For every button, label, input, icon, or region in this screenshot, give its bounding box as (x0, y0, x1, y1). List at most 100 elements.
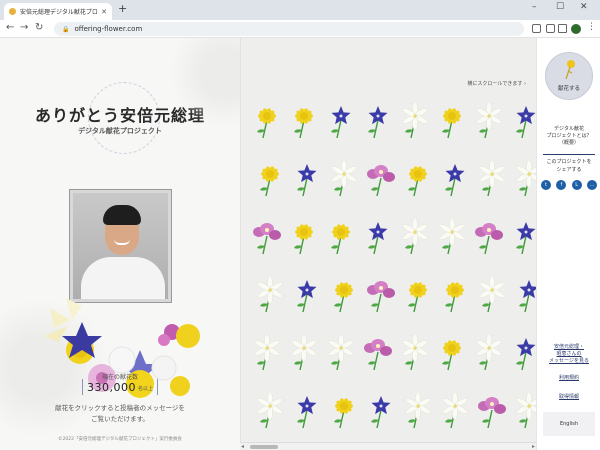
flower-white-lily[interactable] (331, 159, 358, 197)
forward-icon[interactable]: → (20, 22, 28, 33)
flower-yellow-chrysanthemum[interactable] (294, 108, 313, 139)
instruction-line-2: ご覧いただけます。 (91, 415, 149, 423)
count-value: 330,000 (86, 380, 136, 394)
minimize-button[interactable]: – (532, 2, 537, 12)
flower-pink-orchid[interactable] (364, 339, 392, 371)
terms-link[interactable]: 利用規約 (541, 375, 597, 382)
flower-blue-bellflower[interactable] (331, 106, 351, 139)
instruction-line-1: 献花をクリックすると投稿者のメッセージを (55, 404, 185, 412)
flower-blue-bellflower[interactable] (368, 222, 388, 255)
flower-yellow-chrysanthemum[interactable] (408, 166, 427, 197)
scroll-left-icon[interactable]: ◂ (241, 443, 244, 450)
horizontal-scrollbar[interactable]: ◂ ▸ (240, 442, 536, 450)
about-line-3: （概要） (558, 140, 579, 146)
flower-white-lily[interactable] (476, 333, 503, 371)
flower-blue-bellflower[interactable] (371, 396, 391, 429)
flower-yellow-chrysanthemum[interactable] (445, 282, 464, 313)
address-bar[interactable]: 🔒 offering-flower.com (54, 22, 524, 36)
profile-avatar[interactable] (571, 24, 581, 34)
flower-white-lily[interactable] (402, 333, 429, 371)
facebook-icon[interactable]: f (556, 180, 567, 190)
copyright: ©2022「安倍元総理デジタル献花プロジェクト」実行委員会 (58, 437, 182, 442)
flower-blue-bellflower[interactable] (297, 396, 317, 429)
flower-pink-orchid[interactable] (478, 397, 506, 429)
browser-toolbar: ← → ↻ 🔒 offering-flower.com ⋮ (0, 20, 600, 38)
about-project-link[interactable]: デジタル献花 プロジェクトとは？ （概要） (541, 126, 597, 147)
flower-yellow-chrysanthemum[interactable] (442, 108, 461, 139)
back-icon[interactable]: ← (6, 22, 14, 33)
flower-white-lily[interactable] (516, 159, 536, 197)
message-link-line-3: メッセージを見る (549, 358, 589, 364)
lock-icon: 🔒 (62, 25, 70, 33)
share-buttons: t f L … (541, 180, 597, 190)
flower-white-lily[interactable] (405, 391, 432, 429)
count-suffix: 名以上 (137, 386, 153, 392)
flower-yellow-chrysanthemum[interactable] (294, 224, 313, 255)
flower-white-lily[interactable] (516, 391, 536, 429)
flower-blue-bellflower[interactable] (519, 280, 536, 313)
message-link-line-1: 安倍元総理・ (553, 344, 584, 350)
flower-blue-bellflower[interactable] (516, 338, 536, 371)
page: 🔈 ありがとう安倍元総理 デジタル献花プロジェクト 現在の献花数 330,000… (0, 38, 600, 450)
reload-icon[interactable]: ↻ (35, 22, 43, 33)
flower-grid (253, 101, 536, 429)
flower-white-lily[interactable] (257, 391, 284, 429)
browser-tab[interactable]: 安倍元総理デジタル献花プロ… ✕ (4, 3, 112, 20)
flower-blue-bellflower[interactable] (297, 280, 317, 313)
flower-white-lily[interactable] (257, 275, 284, 313)
offer-flower-label: 献花する (557, 86, 580, 92)
flower-blue-bellflower[interactable] (368, 106, 388, 139)
flower-white-lily[interactable] (476, 101, 503, 139)
tab-close-icon[interactable]: ✕ (101, 8, 107, 16)
flower-yellow-chrysanthemum[interactable] (331, 224, 350, 255)
flower-yellow-chrysanthemum[interactable] (334, 398, 353, 429)
flower-white-lily[interactable] (479, 275, 506, 313)
flower-white-lily[interactable] (402, 217, 429, 255)
flower-grid-area: 横にスクロールできます › (240, 38, 536, 442)
scroll-right-icon[interactable]: ▸ (532, 443, 535, 450)
flower-blue-bellflower[interactable] (516, 106, 536, 139)
line-icon[interactable]: L (571, 180, 582, 190)
menu-kebab-icon[interactable]: ⋮ (587, 22, 596, 32)
privacy-link[interactable]: 取得情報 (541, 394, 597, 401)
flower-yellow-chrysanthemum[interactable] (257, 108, 276, 139)
sidepanel-icon[interactable] (558, 24, 567, 33)
close-window-button[interactable]: ✕ (580, 2, 588, 12)
portrait-photo (70, 190, 171, 302)
offer-flower-button[interactable]: 献花する (545, 52, 593, 100)
flower-pink-orchid[interactable] (367, 281, 395, 313)
flower-white-lily[interactable] (439, 217, 466, 255)
new-tab-button[interactable]: + (118, 2, 127, 15)
flower-white-lily[interactable] (402, 101, 429, 139)
sound-icon[interactable]: 🔈 (216, 62, 228, 73)
share-page-icon[interactable] (546, 24, 555, 33)
flower-white-lily[interactable] (328, 333, 355, 371)
flower-yellow-chrysanthemum[interactable] (408, 282, 427, 313)
flower-white-lily[interactable] (479, 159, 506, 197)
about-line-1: デジタル献花 (554, 126, 584, 132)
english-button[interactable]: English (543, 412, 595, 436)
extension-icon[interactable] (532, 24, 541, 33)
flower-blue-bellflower[interactable] (516, 222, 536, 255)
favicon-icon (9, 8, 16, 15)
flower-yellow-chrysanthemum[interactable] (442, 340, 461, 371)
flower-yellow-chrysanthemum[interactable] (334, 282, 353, 313)
scrollbar-thumb[interactable] (250, 445, 278, 449)
message-link[interactable]: 安倍元総理・ 昭恵さんの メッセージを見る (541, 344, 597, 365)
flower-pink-orchid[interactable] (253, 223, 281, 255)
flower-white-lily[interactable] (254, 333, 281, 371)
flower-white-lily[interactable] (291, 333, 318, 371)
flower-pink-orchid[interactable] (367, 165, 395, 197)
flower-blue-bellflower[interactable] (445, 164, 465, 197)
twitter-icon[interactable]: t (541, 180, 551, 190)
page-subtitle: デジタル献花プロジェクト (78, 127, 162, 135)
flower-yellow-chrysanthemum[interactable] (260, 166, 279, 197)
page-title: ありがとう安倍元総理 (34, 106, 205, 125)
flower-blue-bellflower[interactable] (297, 164, 317, 197)
more-share-icon[interactable]: … (586, 180, 597, 190)
flower-pink-orchid[interactable] (475, 223, 503, 255)
count-box: 330,000 名以上 (82, 379, 158, 395)
message-link-line-2: 昭恵さんの (556, 351, 582, 357)
flower-white-lily[interactable] (442, 391, 469, 429)
maximize-button[interactable]: ☐ (556, 2, 564, 12)
